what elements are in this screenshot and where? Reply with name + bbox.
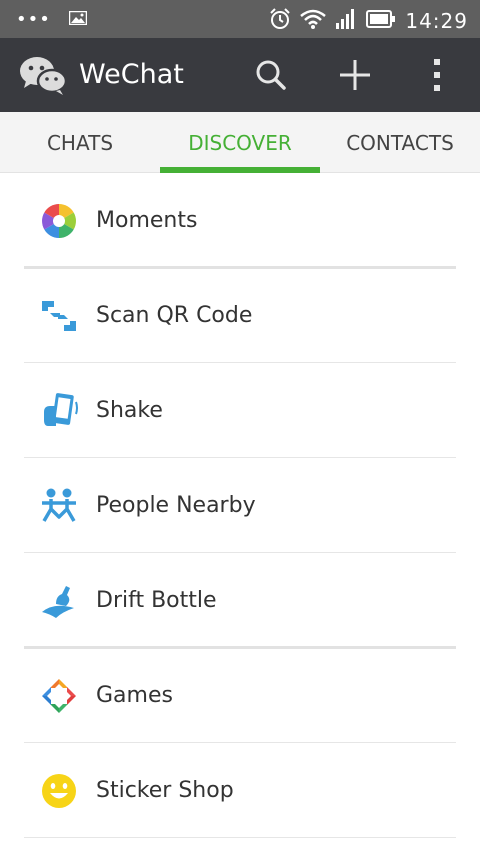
list-item-label: People Nearby: [96, 493, 256, 518]
notification-dots: •••: [16, 8, 51, 30]
list-item-games[interactable]: Games: [0, 648, 480, 743]
list-item-label: Drift Bottle: [96, 588, 217, 613]
divider: [24, 837, 456, 838]
list-item-label: Scan QR Code: [96, 303, 253, 328]
wechat-logo-icon: [18, 54, 68, 100]
tab-contacts[interactable]: CONTACTS: [320, 112, 480, 173]
status-bar: ••• 14:29: [0, 0, 480, 38]
app-bar: WeChat: [0, 38, 480, 112]
gallery-icon: [68, 10, 88, 29]
list-item-label: Moments: [96, 208, 198, 233]
clock: 14:29: [405, 9, 468, 33]
list-item-scan-qr-code[interactable]: Scan QR Code: [0, 268, 480, 363]
shake-icon: [40, 392, 78, 430]
tab-bar: CHATS DISCOVER CONTACTS: [0, 112, 480, 173]
search-icon[interactable]: [252, 56, 290, 94]
list-item-moments[interactable]: Moments: [0, 173, 480, 269]
alarm-icon: [269, 8, 291, 34]
moments-icon: [40, 202, 78, 240]
scan-qr-icon: [40, 297, 78, 335]
wifi-icon: [300, 9, 327, 33]
games-icon: [40, 677, 78, 715]
list-item-drift-bottle[interactable]: Drift Bottle: [0, 553, 480, 649]
list-item-label: Games: [96, 683, 173, 708]
tab-chats[interactable]: CHATS: [0, 112, 160, 173]
battery-icon: [366, 10, 396, 32]
list-item-label: Shake: [96, 398, 163, 423]
app-title: WeChat: [79, 59, 184, 90]
list-item-people-nearby[interactable]: People Nearby: [0, 458, 480, 553]
list-item-label: Sticker Shop: [96, 778, 234, 803]
plus-icon[interactable]: [336, 56, 374, 94]
more-vertical-icon[interactable]: [418, 56, 456, 94]
sticker-shop-icon: [40, 772, 78, 810]
signal-icon: [335, 9, 357, 33]
people-nearby-icon: [40, 487, 78, 525]
list-item-shake[interactable]: Shake: [0, 363, 480, 458]
list-item-sticker-shop[interactable]: Sticker Shop: [0, 743, 480, 838]
tab-discover[interactable]: DISCOVER: [160, 112, 320, 173]
drift-bottle-icon: [40, 582, 78, 620]
discover-list: Moments Scan QR Code Shake People Nearby…: [0, 173, 480, 838]
